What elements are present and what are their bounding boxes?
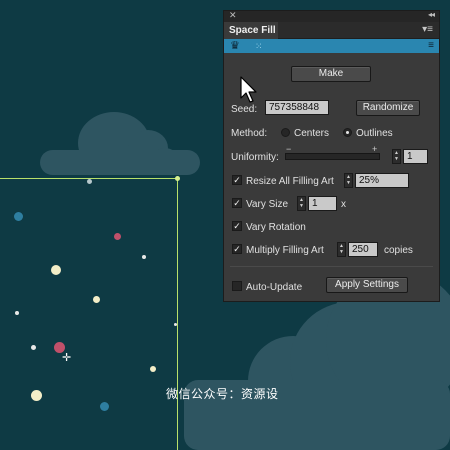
multiply-unit: copies — [384, 245, 413, 256]
selection-anchor-point[interactable] — [175, 176, 180, 181]
method-radio-centers[interactable] — [281, 128, 290, 137]
crown-icon: ♛ — [230, 40, 240, 52]
resize-label: Resize All Filling Art — [246, 176, 334, 187]
collapse-icon[interactable]: ◂◂ — [428, 10, 435, 19]
panel-divider — [230, 266, 433, 267]
uniformity-label: Uniformity: — [231, 152, 279, 163]
vary-size-unit: x — [341, 199, 346, 210]
vary-size-input[interactable]: 1 — [308, 196, 337, 211]
fill-dot — [15, 311, 19, 315]
multiply-checkbox[interactable]: ✓ — [232, 244, 242, 254]
method-option-centers: Centers — [294, 128, 330, 139]
fill-dot — [51, 265, 61, 275]
cloud-shape — [40, 150, 200, 175]
fill-dot — [100, 402, 109, 411]
panel-title-bar[interactable]: ✕ ◂◂ — [224, 10, 439, 22]
resize-checkbox[interactable]: ✓ — [232, 175, 242, 185]
selection-guide-right — [177, 178, 178, 450]
fill-dot — [87, 179, 92, 184]
vary-rotation-label: Vary Rotation — [246, 222, 306, 233]
fill-dot — [114, 233, 121, 240]
fill-dot — [142, 255, 146, 259]
fill-dot — [31, 390, 42, 401]
uniformity-stepper[interactable]: ▲ ▼ — [392, 149, 401, 164]
vary-size-stepper[interactable]: ▲ ▼ — [297, 196, 306, 211]
grip-icon[interactable]: ≡ — [428, 39, 434, 53]
sparkle-icon: ⁙ — [255, 41, 263, 51]
fill-dot — [150, 366, 156, 372]
vary-size-label: Vary Size — [246, 199, 289, 210]
panel-header-strip: ♛ ⁙ ≡ — [224, 39, 439, 53]
tab-space-fill[interactable]: Space Fill — [224, 22, 278, 39]
resize-input[interactable]: 25% — [355, 173, 409, 188]
fill-dot — [174, 323, 177, 326]
fill-dot — [93, 296, 100, 303]
fill-dot — [31, 345, 36, 350]
multiply-input[interactable]: 250 — [348, 242, 378, 257]
close-icon[interactable]: ✕ — [229, 10, 237, 21]
panel-tab-row: Space Fill ▾≡ — [224, 22, 439, 39]
method-option-outlines: Outlines — [356, 128, 393, 139]
make-button[interactable]: Make — [291, 66, 371, 82]
vary-rotation-checkbox[interactable]: ✓ — [232, 221, 242, 231]
seed-input[interactable]: 757358848 — [265, 100, 329, 115]
uniformity-input[interactable]: 1 — [403, 149, 428, 164]
randomize-button[interactable]: Randomize — [356, 100, 420, 116]
resize-stepper[interactable]: ▲ ▼ — [344, 173, 353, 188]
multiply-stepper[interactable]: ▲ ▼ — [337, 242, 346, 257]
fill-dot — [14, 212, 23, 221]
arrow-cursor-icon — [240, 76, 257, 103]
multiply-label: Multiply Filling Art — [246, 245, 324, 256]
auto-update-label: Auto-Update — [246, 282, 303, 293]
panel-menu-icon[interactable]: ▾≡ — [422, 24, 433, 35]
method-radio-outlines[interactable] — [343, 128, 352, 137]
crosshair-cursor-icon: ✛ — [62, 352, 72, 364]
auto-update-checkbox[interactable] — [232, 281, 242, 291]
watermark-text: 微信公众号：资源设 — [166, 387, 279, 401]
apply-settings-button[interactable]: Apply Settings — [326, 277, 408, 293]
space-fill-panel: ✕ ◂◂ Space Fill ▾≡ ♛ ⁙ ≡ Make Seed: 7573… — [223, 10, 440, 302]
method-label: Method: — [231, 128, 268, 139]
uniformity-slider[interactable] — [285, 153, 380, 160]
seed-label: Seed: — [231, 104, 258, 115]
vary-size-checkbox[interactable]: ✓ — [232, 198, 242, 208]
